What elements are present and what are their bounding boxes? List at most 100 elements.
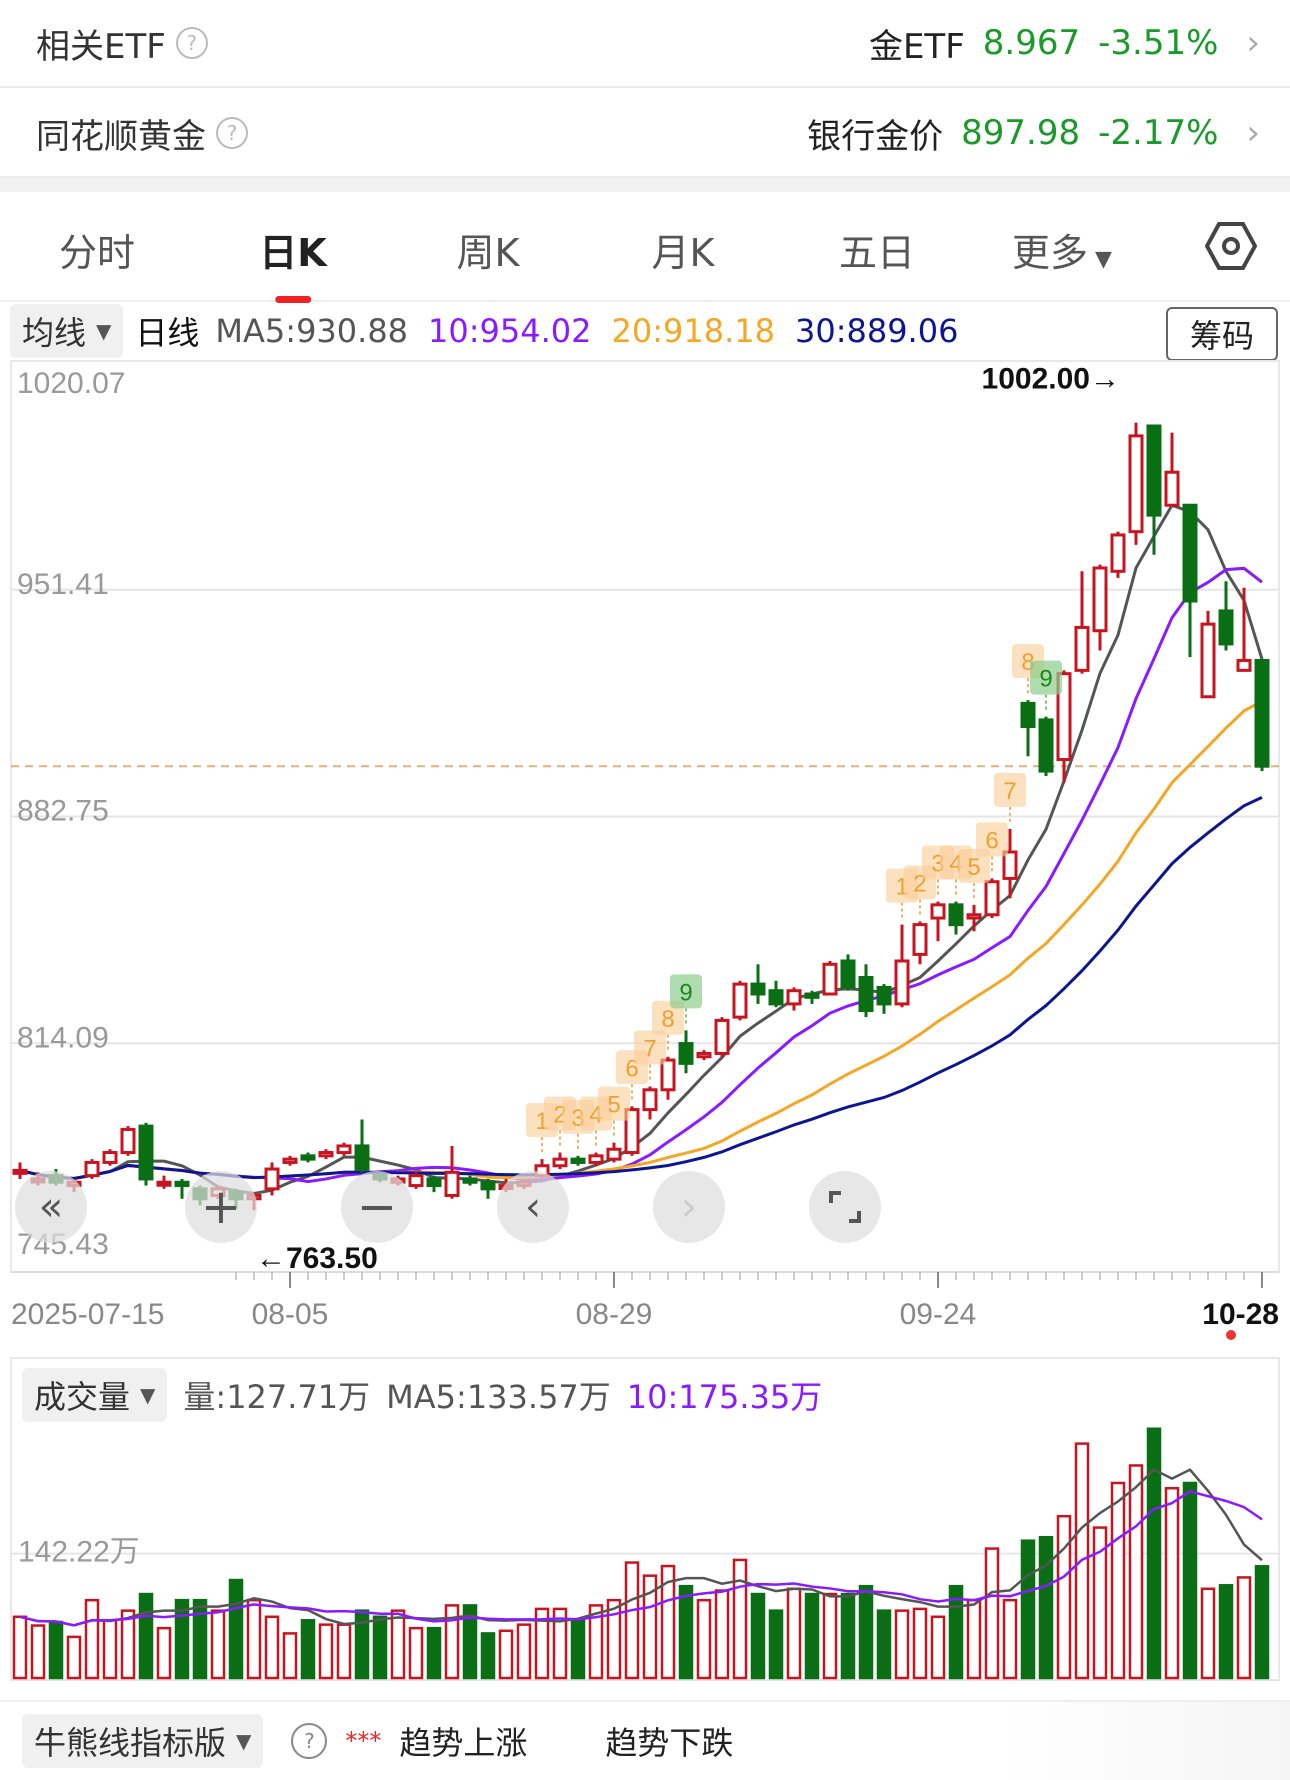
volume-bar — [966, 1598, 982, 1680]
time-axis-label: 09-24 — [900, 1298, 977, 1331]
candle-body — [84, 1160, 100, 1178]
candle — [1236, 587, 1252, 672]
volume-bar — [1038, 1535, 1054, 1680]
candle — [102, 1149, 118, 1166]
candle — [966, 904, 982, 932]
candle — [696, 1050, 712, 1061]
candle — [336, 1142, 352, 1156]
ma30-line — [19, 795, 1263, 1180]
volume-bar — [84, 1598, 100, 1680]
volume-bar — [30, 1624, 46, 1680]
candle — [750, 964, 766, 1004]
candle-body — [282, 1157, 298, 1164]
candle — [1218, 581, 1234, 651]
candle-body — [642, 1088, 658, 1112]
candle — [1038, 716, 1054, 777]
candle — [642, 1086, 658, 1120]
volume-bar — [210, 1609, 226, 1680]
scroll-left-button[interactable]: ‹ — [497, 1171, 569, 1243]
current-marker-dot — [1226, 1330, 1236, 1340]
candle-body — [822, 962, 838, 996]
indicator-selector[interactable]: 牛熊线指标版 ▼ — [22, 1714, 264, 1768]
volume-bar — [1056, 1514, 1072, 1680]
volume-selector-label: 成交量 — [34, 1378, 131, 1416]
candle — [1092, 564, 1108, 651]
candle-body — [1074, 625, 1090, 672]
scroll-right-button[interactable]: › — [653, 1171, 725, 1243]
plus-icon: + — [200, 1179, 242, 1235]
volume-bar — [228, 1578, 244, 1680]
candle-body — [750, 982, 766, 996]
candle — [1200, 610, 1216, 699]
volume-bar — [372, 1615, 388, 1680]
volume-bar — [1254, 1565, 1270, 1680]
fullscreen-icon — [829, 1191, 861, 1223]
volume-ma10: 10:175.35万 — [626, 1378, 823, 1416]
volume-bar — [696, 1598, 712, 1680]
candle-body — [714, 1018, 730, 1055]
help-icon[interactable]: ? — [291, 1723, 328, 1759]
indicator-panel: 牛熊线指标版 ▼ ? *** 趋势上涨 趋势下跌 — [0, 1700, 1290, 1780]
volume-bar — [732, 1558, 748, 1680]
candle-body — [300, 1154, 316, 1161]
volume-bar — [984, 1547, 1000, 1680]
zoom-out-button[interactable]: − — [341, 1171, 413, 1243]
candle-body — [768, 989, 784, 1006]
volume-bar — [138, 1592, 154, 1680]
candle-body — [426, 1177, 442, 1188]
time-axis-label: 08-29 — [576, 1298, 653, 1331]
candle — [732, 980, 748, 1021]
candle — [120, 1126, 136, 1156]
candle-body — [804, 992, 820, 999]
candle — [858, 964, 874, 1018]
trend-down-label: 趋势下跌 — [605, 1724, 734, 1762]
candle — [570, 1155, 586, 1166]
candle — [768, 980, 784, 1008]
candle — [1128, 422, 1144, 545]
price-axis-label: 814.09 — [17, 1021, 109, 1054]
candle — [462, 1175, 478, 1186]
candle — [480, 1178, 496, 1199]
caret-down-icon: ▼ — [236, 1729, 252, 1753]
candle-body — [1110, 533, 1126, 573]
candle — [786, 987, 802, 1011]
volume-bar — [300, 1619, 316, 1680]
candle-body — [138, 1124, 154, 1181]
candle-body — [1092, 566, 1108, 633]
scroll-to-start-button[interactable]: « — [15, 1171, 87, 1243]
volume-bar — [894, 1609, 910, 1680]
candle-body — [606, 1147, 622, 1161]
candle-body — [894, 959, 910, 1006]
candle — [282, 1155, 298, 1166]
candle-body — [174, 1180, 190, 1188]
zoom-in-button[interactable]: + — [185, 1171, 257, 1243]
price-axis-label: 882.75 — [17, 795, 109, 828]
candle — [1074, 571, 1090, 674]
volume-header: 成交量 ▼ 量:127.71万 MA5:133.57万 10:175.35万 — [22, 1368, 822, 1422]
candle-body — [1164, 470, 1180, 507]
volume-bar — [156, 1626, 172, 1680]
volume-bar — [1146, 1427, 1162, 1680]
volume-bar — [48, 1620, 64, 1680]
volume-bar — [120, 1609, 136, 1680]
candle — [678, 1030, 694, 1074]
volume-bar — [606, 1598, 622, 1680]
candle-body — [156, 1180, 172, 1187]
candle — [840, 954, 856, 991]
candle-body — [1182, 503, 1198, 603]
candle — [714, 1017, 730, 1057]
volume-bar — [1182, 1481, 1198, 1680]
kline-chart[interactable]: 1020.07951.41882.75814.09745.431 2 3 4 56789… — [0, 0, 1290, 1778]
volume-bar — [840, 1592, 856, 1680]
volume-selector[interactable]: 成交量 ▼ — [22, 1368, 168, 1422]
volume-bar — [1002, 1598, 1018, 1680]
candle — [84, 1159, 100, 1179]
ma20-line — [19, 699, 1263, 1180]
time-axis-label: 2025-07-15 — [11, 1298, 164, 1331]
volume-bar — [192, 1598, 208, 1680]
candle-body — [264, 1167, 280, 1191]
candle — [804, 990, 820, 1004]
fullscreen-button[interactable] — [809, 1171, 881, 1243]
candle — [1146, 424, 1162, 555]
volume-bar — [678, 1584, 694, 1680]
